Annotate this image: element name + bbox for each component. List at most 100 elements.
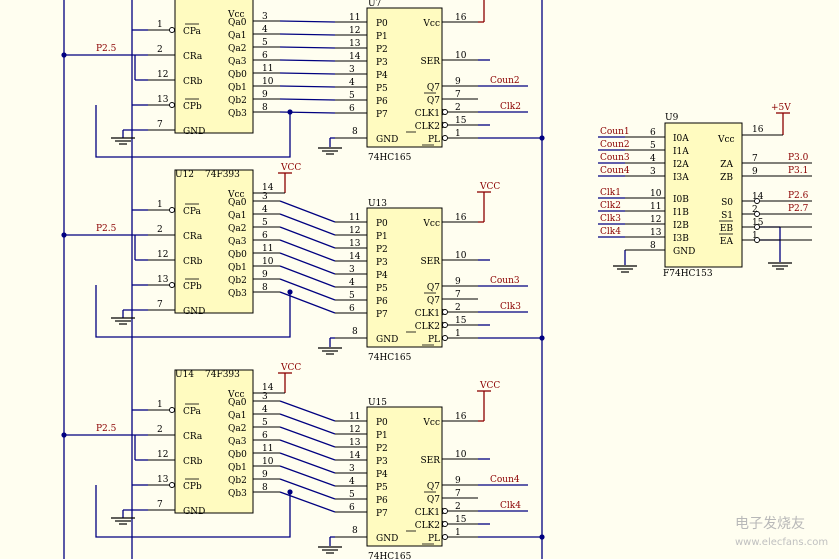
counter-pin-cpa: CPa <box>183 27 202 37</box>
counter-pin-num: 12 <box>157 250 168 260</box>
shifter-pin-q7: Q7 <box>427 283 440 293</box>
shifter-pin-num: 2 <box>455 103 461 113</box>
counter-pin-cpa: CPa <box>183 207 202 217</box>
wire-count-bus <box>279 200 336 223</box>
shifter-pin-clk2: CLK2 <box>415 521 440 531</box>
mux-supply: +5V <box>771 103 791 113</box>
counter-pin-num: 2 <box>157 425 163 435</box>
net-clk: Clk4 <box>500 501 521 511</box>
shifter-in-num: 3 <box>349 65 355 75</box>
mux-pin-num: 5 <box>650 141 656 151</box>
wire-count-bus <box>279 452 336 474</box>
counter-out-num: 4 <box>262 25 268 35</box>
mux-pin-num: 2 <box>752 205 758 215</box>
counter-pin-num: 12 <box>157 450 168 460</box>
shifter-pin-pl: PL <box>428 135 440 145</box>
net-mux-out: P2.6 <box>788 191 809 201</box>
wire-count-bus <box>279 413 336 435</box>
watermark-url: www.elecfans.com <box>735 537 828 548</box>
net-mux-in: Coun4 <box>600 166 630 176</box>
mux-pin-i2a: I2A <box>673 160 689 170</box>
shifter-pin-num: 9 <box>455 77 461 87</box>
mux-vcc-num: 16 <box>752 125 764 135</box>
counter-out-num: 9 <box>262 270 268 280</box>
shifter-pin-q7n: Q7 <box>427 495 440 505</box>
counter-vcc-net: VCC <box>280 163 301 173</box>
mux-pin-s0: S0 <box>721 198 733 208</box>
shifter-in-num: 5 <box>349 91 355 101</box>
shifter-pin-num: 15 <box>455 316 467 326</box>
schematic-canvas: VccCPa1CRa2CRb12CPb13GND7P2.5Qa03Qa14Qa2… <box>61 0 828 559</box>
shifter-pin-clk1: CLK1 <box>415 309 440 319</box>
inversion-bubble <box>442 122 448 128</box>
counter-out-num: 11 <box>262 64 273 74</box>
counter-out-qa2: Qa2 <box>228 44 246 54</box>
shifter-pin-pl: PL <box>428 335 440 345</box>
wire-count-bus <box>279 491 336 513</box>
inversion-bubble <box>169 207 175 213</box>
counter-pin-cra: CRa <box>183 52 203 62</box>
shifter-in-num: 14 <box>349 451 361 461</box>
counter-pin-gnd: GND <box>183 307 205 317</box>
shifter-in-p6: P6 <box>376 97 388 107</box>
shifter-pin-num: 1 <box>455 329 461 339</box>
counter-pin-num: 1 <box>157 20 163 30</box>
shifter-part: 74HC165 <box>368 353 412 363</box>
net-coun: Coun2 <box>490 76 520 86</box>
counter-out-qb1: Qb1 <box>228 463 247 473</box>
net-p25: P2.5 <box>96 224 117 234</box>
wire-count-bus <box>279 46 336 49</box>
wire-count-bus <box>279 98 336 101</box>
inversion-bubble <box>442 508 448 514</box>
junction-dot <box>539 135 545 141</box>
shifter-pin-num: 9 <box>455 277 461 287</box>
mux-pin-num: 9 <box>752 167 758 177</box>
shifter-pin-vcc: Vcc <box>422 219 440 229</box>
counter-out-qa1: Qa1 <box>228 411 246 421</box>
shifter-in-num: 12 <box>349 425 360 435</box>
mux-pin-num: 4 <box>650 154 656 164</box>
counter-ref: U14 <box>175 370 194 380</box>
counter-out-qb0: Qb0 <box>228 450 247 460</box>
counter-vcc-net: VCC <box>280 363 301 373</box>
counter-out-num: 4 <box>262 405 268 415</box>
counter-out-qb0: Qb0 <box>228 250 247 260</box>
shifter-in-num: 11 <box>349 412 360 422</box>
shifter-in-p2: P2 <box>376 45 388 55</box>
shifter-pin-num: 7 <box>455 290 461 300</box>
counter-pin-num: 12 <box>157 70 168 80</box>
counter-pin-num: 13 <box>157 475 169 485</box>
counter-out-qa3: Qa3 <box>228 57 247 67</box>
inversion-bubble <box>442 521 448 527</box>
mux-part: F74HC153 <box>663 269 713 279</box>
net-p25: P2.5 <box>96 424 117 434</box>
net-mux-in: Clk4 <box>600 227 621 237</box>
shifter-pin-ser: SER <box>420 456 440 466</box>
counter-out-num: 5 <box>262 218 268 228</box>
mux-ref: U9 <box>665 113 679 123</box>
counter-pin-num: 7 <box>157 120 163 130</box>
shifter-pin-num: 10 <box>455 51 467 61</box>
counter-out-qb3: Qb3 <box>228 109 247 119</box>
shifter-pin-num: 1 <box>455 129 461 139</box>
watermark: 电子发烧友 www.elecfans.com <box>735 516 828 548</box>
counter-out-num: 11 <box>262 444 273 454</box>
junction-dot <box>539 335 545 341</box>
mux-pin-num: 3 <box>650 167 656 177</box>
counter-pin-num: 2 <box>157 225 163 235</box>
counter-out-num: 3 <box>262 392 268 402</box>
junction-dot <box>61 52 67 58</box>
counter-pin-cpa: CPa <box>183 407 202 417</box>
mux-pin-num: 14 <box>752 192 764 202</box>
counter-out-num: 5 <box>262 38 268 48</box>
shifter-in-p5: P5 <box>376 284 388 294</box>
shifter-in-p7: P7 <box>376 310 388 320</box>
mux-pin-num: 13 <box>650 228 662 238</box>
inversion-bubble <box>442 534 448 540</box>
counter-out-qb0: Qb0 <box>228 70 247 80</box>
mux-pin-i1b: I1B <box>673 208 689 218</box>
mux-pin-i0b: I0B <box>673 195 689 205</box>
net-mux-in: Coun2 <box>600 140 630 150</box>
shifter-in-p0: P0 <box>376 19 388 29</box>
net-coun: Coun3 <box>490 276 520 286</box>
